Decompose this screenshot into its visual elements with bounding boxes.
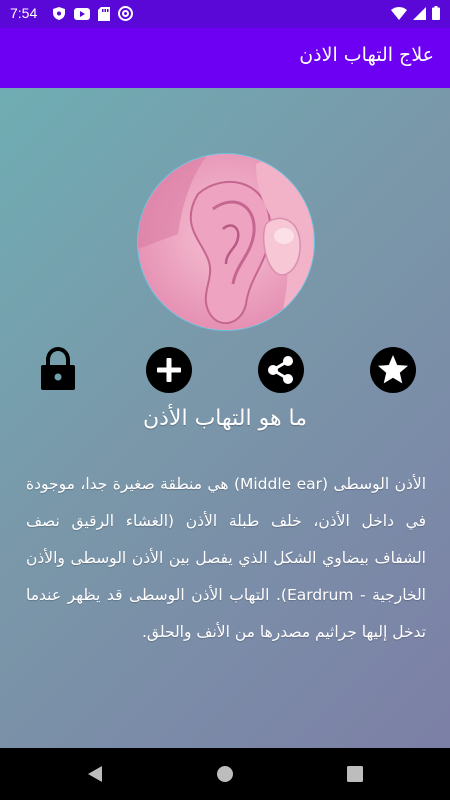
shield-icon [53, 7, 65, 20]
battery-icon [432, 6, 440, 20]
navigation-bar [0, 748, 450, 800]
signal-icon [413, 6, 426, 20]
recents-button[interactable] [345, 764, 365, 784]
article-heading: ما هو التهاب الأذن [142, 406, 308, 431]
lock-button[interactable] [34, 346, 82, 394]
share-button[interactable] [257, 346, 305, 394]
ear-image [137, 153, 315, 331]
share-icon [258, 347, 304, 393]
status-notification-icons [52, 6, 133, 21]
home-icon [217, 766, 233, 782]
add-button[interactable] [145, 346, 193, 394]
app-bar: علاج التهاب الاذن [0, 28, 450, 88]
article-body: الأذن الوسطى (Middle ear) هي منطقة صغيرة… [26, 475, 426, 641]
status-system-icons [391, 6, 440, 20]
sd-card-icon [98, 6, 110, 21]
status-time: 7:54 [10, 5, 38, 21]
home-button[interactable] [215, 764, 235, 784]
main-content: ما هو التهاب الأذن الأذن الوسطى (Middle … [0, 88, 450, 748]
favorite-button[interactable] [369, 346, 417, 394]
lock-icon [41, 346, 75, 390]
at-sign-icon [118, 6, 133, 21]
action-row [0, 346, 450, 396]
add-icon [146, 347, 192, 393]
back-button[interactable] [85, 764, 105, 784]
star-icon [370, 347, 416, 393]
back-icon [88, 766, 102, 782]
youtube-icon [74, 7, 90, 20]
app-title: علاج التهاب الاذن [299, 44, 434, 66]
recents-icon [347, 766, 363, 782]
wifi-icon [391, 6, 407, 20]
status-bar: 7:54 [0, 0, 450, 28]
